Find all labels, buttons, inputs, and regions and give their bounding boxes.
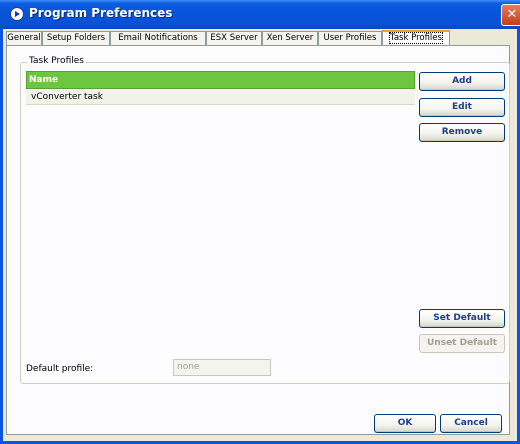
add-button[interactable]: Add	[419, 72, 505, 91]
window-title: Program Preferences	[29, 6, 173, 20]
edit-button[interactable]: Edit	[419, 98, 505, 117]
title-bar[interactable]: Program Preferences ✕	[0, 0, 520, 29]
default-profile-label: Default profile:	[26, 364, 94, 374]
unset-default-button: Unset Default	[419, 334, 505, 353]
tab-xen-server[interactable]: Xen Server	[262, 31, 318, 46]
task-profiles-list[interactable]: Name vConverter task	[26, 71, 415, 303]
column-header-name[interactable]: Name	[26, 71, 415, 89]
tab-label: Email Notifications	[118, 33, 198, 43]
close-icon: ✕	[506, 7, 518, 22]
close-button[interactable]: ✕	[501, 4, 520, 26]
tab-general[interactable]: General	[6, 31, 42, 46]
remove-button[interactable]: Remove	[419, 123, 505, 142]
list-item[interactable]: vConverter task	[26, 90, 415, 105]
tab-user-profiles[interactable]: User Profiles	[318, 31, 382, 46]
ok-button[interactable]: OK	[374, 414, 436, 433]
tab-email-notifications[interactable]: Email Notifications	[110, 31, 206, 46]
tab-label: ESX Server	[210, 33, 258, 43]
tab-strip: General Setup Folders Email Notification…	[6, 30, 512, 47]
app-icon	[10, 7, 24, 21]
tab-label: User Profiles	[323, 33, 377, 43]
default-profile-field: none	[173, 359, 271, 376]
cancel-button[interactable]: Cancel	[440, 414, 502, 433]
groupbox-title: Task Profiles	[27, 56, 86, 66]
tab-label: General	[7, 33, 41, 43]
tab-label: Setup Folders	[46, 33, 106, 43]
tab-setup-folders[interactable]: Setup Folders	[42, 31, 110, 46]
tab-label: Xen Server	[266, 33, 314, 43]
set-default-button[interactable]: Set Default	[419, 309, 505, 328]
tab-label: Task Profiles	[389, 32, 443, 44]
tab-esx-server[interactable]: ESX Server	[206, 31, 262, 46]
